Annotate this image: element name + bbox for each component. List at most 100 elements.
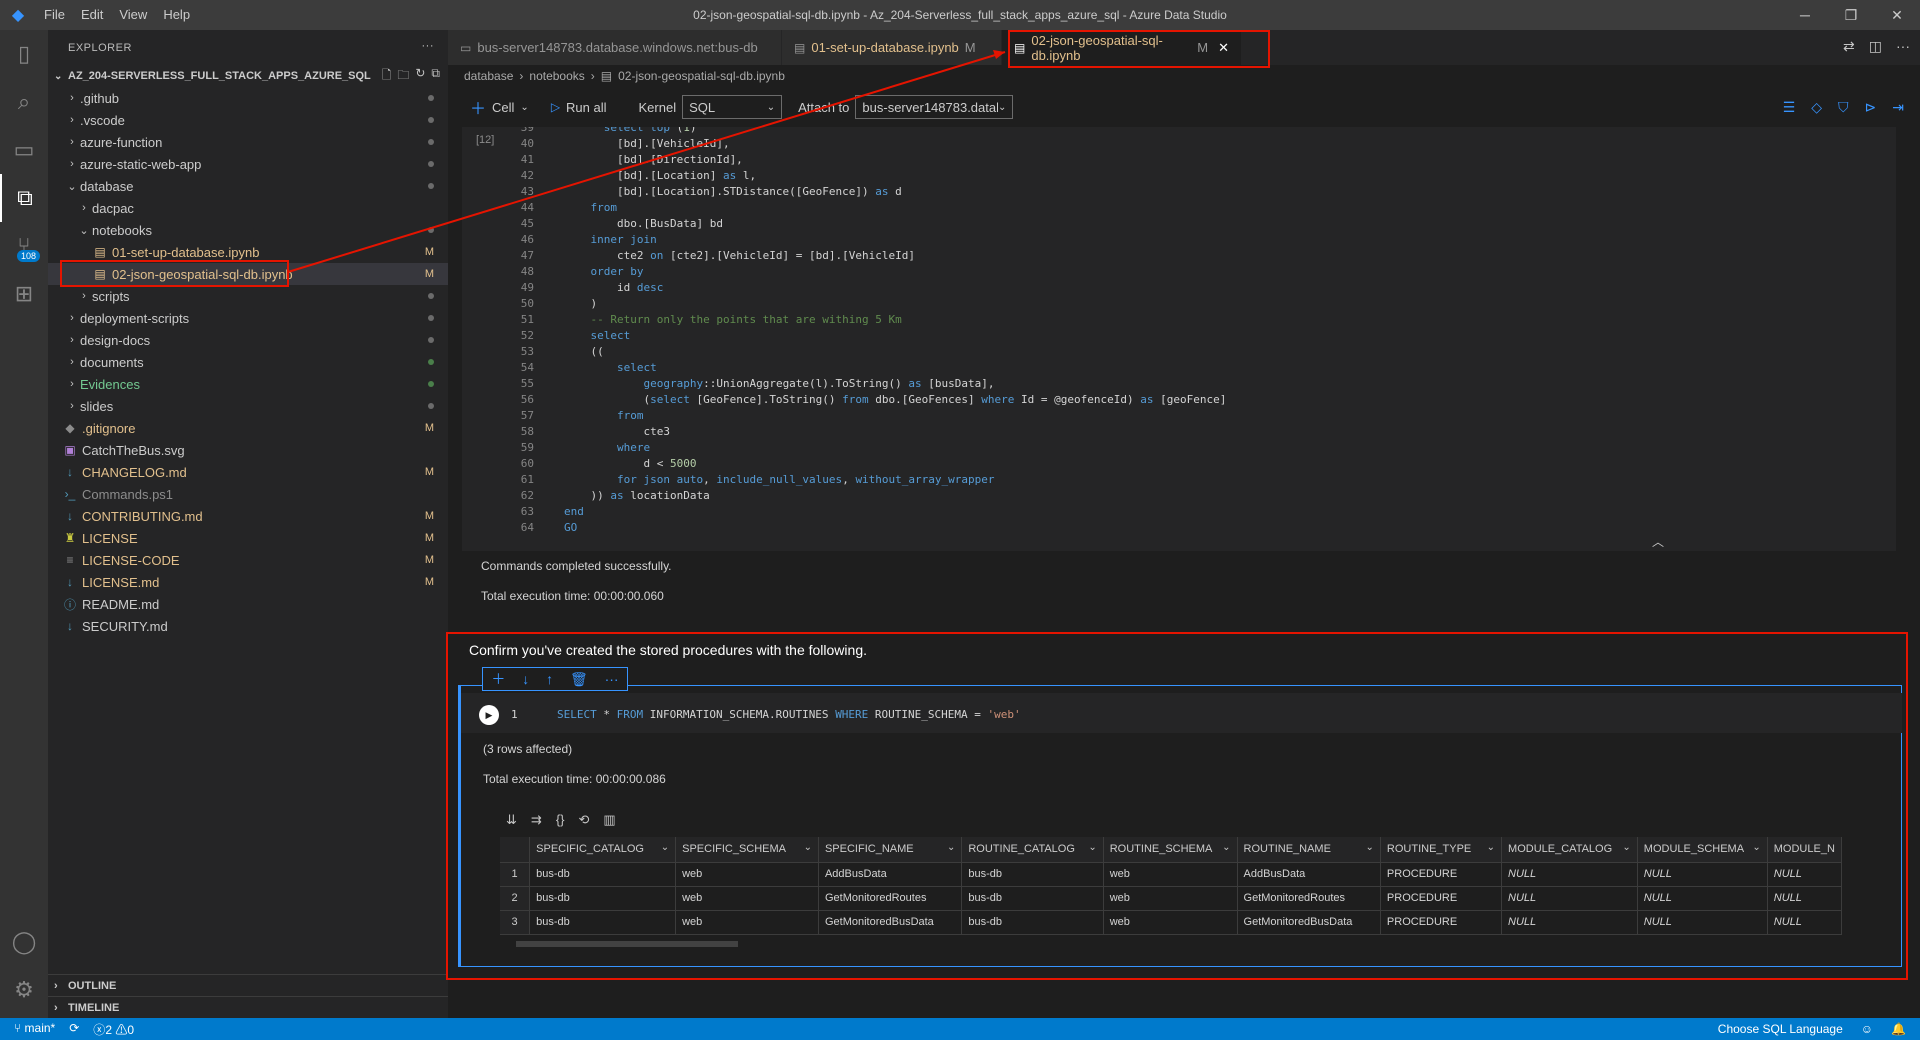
code-cell[interactable]: [12] 39 select top (1) 40 [bd].[VehicleI… <box>462 127 1896 551</box>
clear-results-icon[interactable]: ◇ <box>1811 99 1822 116</box>
run-cells-icon[interactable]: ⊳ <box>1865 99 1877 116</box>
table-cell[interactable]: web <box>675 862 819 887</box>
tab-query-editor[interactable]: ▭ bus-server148783.database.windows.net:… <box>448 30 782 65</box>
table-row[interactable]: 1 bus-db web AddBusData bus-db web AddBu… <box>500 862 1842 887</box>
column-header[interactable]: ROUTINE_TYPE ⌄ <box>1380 837 1503 863</box>
tree-folder-design-docs[interactable]: › design-docs <box>48 329 448 351</box>
table-cell[interactable]: bus-db <box>529 886 677 911</box>
menu-view[interactable]: View <box>111 0 155 30</box>
tree-folder-scripts[interactable]: › scripts <box>48 285 448 307</box>
run-all-button[interactable]: ▷ Run all <box>551 100 607 115</box>
tab-02-json-geospatial[interactable]: ▤ 02-json-geospatial-sql-db.ipynb M ✕ <box>1002 30 1242 65</box>
column-header[interactable]: SPECIFIC_NAME ⌄ <box>818 837 963 863</box>
column-header[interactable]: MODULE_N <box>1767 837 1842 863</box>
table-cell[interactable]: AddBusData <box>818 862 963 887</box>
tree-folder-documents[interactable]: › documents <box>48 351 448 373</box>
move-down-icon[interactable]: ↓ <box>522 671 529 687</box>
table-cell[interactable]: web <box>1103 910 1238 935</box>
delete-icon[interactable]: 🗑 <box>570 671 588 688</box>
table-cell[interactable]: AddBusData <box>1237 862 1381 887</box>
table-cell[interactable]: bus-db <box>961 862 1104 887</box>
git-branch[interactable]: ⑂ main* <box>14 1021 55 1038</box>
column-header[interactable]: MODULE_CATALOG ⌄ <box>1501 837 1638 863</box>
new-folder-icon[interactable]: 🗀 <box>397 66 409 87</box>
table-cell[interactable]: PROCEDURE <box>1380 886 1503 911</box>
tree-file-license-md[interactable]: ↓ LICENSE.md M <box>48 571 448 593</box>
tree-folder-dacpac[interactable]: › dacpac <box>48 197 448 219</box>
table-cell[interactable]: NULL <box>1501 910 1638 935</box>
tree-file-contributing[interactable]: ↓ CONTRIBUTING.md M <box>48 505 448 527</box>
account-icon[interactable]: ◯ <box>0 918 48 966</box>
move-up-icon[interactable]: ↑ <box>546 671 553 687</box>
table-cell[interactable]: NULL <box>1637 910 1768 935</box>
column-header[interactable]: ROUTINE_NAME ⌄ <box>1237 837 1381 863</box>
settings-gear-icon[interactable]: ⚙ <box>0 966 48 1014</box>
menu-edit[interactable]: Edit <box>73 0 111 30</box>
save-as-excel-icon[interactable]: ⇉ <box>531 812 542 828</box>
menu-file[interactable]: File <box>36 0 73 30</box>
tree-folder-azure-static-web-app[interactable]: › azure-static-web-app <box>48 153 448 175</box>
menu-help[interactable]: Help <box>155 0 198 30</box>
column-header[interactable]: MODULE_SCHEMA ⌄ <box>1637 837 1768 863</box>
sync-icon[interactable]: ⟳ <box>69 1021 79 1038</box>
tree-file-readme[interactable]: ⓘ README.md <box>48 593 448 615</box>
source-control-icon[interactable]: ⑂ 108 <box>0 222 48 270</box>
query-cell-input[interactable]: ▶ 1 SELECT * FROM INFORMATION_SCHEMA.ROU… <box>461 693 1902 733</box>
project-root[interactable]: ⌄ AZ_204-SERVERLESS_FULL_STACK_APPS_AZUR… <box>48 65 448 87</box>
table-row[interactable]: 3 bus-db web GetMonitoredBusData bus-db … <box>500 910 1842 935</box>
table-cell[interactable]: NULL <box>1767 886 1842 911</box>
breadcrumb-item[interactable]: notebooks <box>529 69 584 83</box>
language-selector[interactable]: Choose SQL Language <box>1718 1022 1843 1036</box>
compare-icon[interactable]: ⇄ <box>1843 38 1855 55</box>
save-as-xml-icon[interactable]: ⟲ <box>579 812 590 828</box>
save-as-csv-icon[interactable]: ⇊ <box>506 812 517 828</box>
tree-file-gitignore[interactable]: ◆ .gitignore M <box>48 417 448 439</box>
more-actions-icon[interactable]: ··· <box>605 671 619 687</box>
more-actions-icon[interactable]: ··· <box>1896 38 1910 55</box>
save-as-json-icon[interactable]: {} <box>556 812 565 828</box>
notifications-bell-icon[interactable]: 🔔 <box>1891 1022 1906 1036</box>
table-cell[interactable]: GetMonitoredBusData <box>1237 910 1381 935</box>
object-explorer-icon[interactable]: ▭ <box>0 126 48 174</box>
tree-file-changelog[interactable]: ↓ CHANGELOG.md M <box>48 461 448 483</box>
table-cell[interactable]: bus-db <box>529 910 677 935</box>
attach-to-select[interactable]: bus-server148783.database.v ⌄ <box>855 95 1014 119</box>
tree-folder-database[interactable]: ⌄ database <box>48 175 448 197</box>
collapse-cells-icon[interactable]: ⇥ <box>1892 99 1904 116</box>
tree-file-license-code[interactable]: ≡ LICENSE-CODE M <box>48 549 448 571</box>
collapse-cell-icon[interactable]: ︿ <box>1652 533 1664 550</box>
table-cell[interactable]: PROCEDURE <box>1380 910 1503 935</box>
table-cell[interactable]: bus-db <box>961 886 1104 911</box>
table-cell[interactable]: NULL <box>1767 910 1842 935</box>
tree-folder-evidences[interactable]: › Evidences <box>48 373 448 395</box>
table-cell[interactable]: NULL <box>1501 886 1638 911</box>
refresh-icon[interactable]: ↻ <box>415 66 425 87</box>
kernel-select[interactable]: SQL ⌄ <box>682 95 783 119</box>
connections-icon[interactable]: ▯ <box>0 30 48 78</box>
extensions-icon[interactable]: ⊞ <box>0 270 48 318</box>
tree-folder-azure-function[interactable]: › azure-function <box>48 131 448 153</box>
table-cell[interactable]: GetMonitoredRoutes <box>1237 886 1381 911</box>
explorer-files-icon[interactable]: ⧉ <box>0 174 48 222</box>
run-cell-play-icon[interactable]: ▶ <box>479 705 499 725</box>
table-cell[interactable]: GetMonitoredRoutes <box>818 886 963 911</box>
trusted-shield-icon[interactable]: ⛉ <box>1838 99 1849 116</box>
breadcrumb-item[interactable]: 02-json-geospatial-sql-db.ipynb <box>618 69 785 83</box>
tree-folder-notebooks[interactable]: ⌄ notebooks <box>48 219 448 241</box>
markdown-cell-text[interactable]: Confirm you've created the stored proced… <box>469 642 867 658</box>
column-header[interactable]: SPECIFIC_SCHEMA ⌄ <box>675 837 819 863</box>
table-cell[interactable]: bus-db <box>961 910 1104 935</box>
tree-folder-vscode[interactable]: › .vscode <box>48 109 448 131</box>
table-cell[interactable]: GetMonitoredBusData <box>818 910 963 935</box>
search-icon[interactable]: ⌕ <box>0 78 48 126</box>
tree-file-license[interactable]: ♜ LICENSE M <box>48 527 448 549</box>
tree-folder-github[interactable]: › .github <box>48 87 448 109</box>
timeline-section[interactable]: › TIMELINE <box>48 996 448 1018</box>
minimize-icon[interactable]: ─ <box>1782 0 1828 30</box>
horizontal-scrollbar[interactable] <box>516 941 738 947</box>
tree-file-02-json-geospatial[interactable]: ▤ 02-json-geospatial-sql-db.ipynb M <box>48 263 448 285</box>
collapse-all-icon[interactable]: ⧉ <box>431 66 440 87</box>
table-cell[interactable]: NULL <box>1637 886 1768 911</box>
tab-01-set-up-database[interactable]: ▤ 01-set-up-database.ipynb M <box>782 30 1002 65</box>
column-header[interactable]: ROUTINE_CATALOG ⌄ <box>961 837 1104 863</box>
